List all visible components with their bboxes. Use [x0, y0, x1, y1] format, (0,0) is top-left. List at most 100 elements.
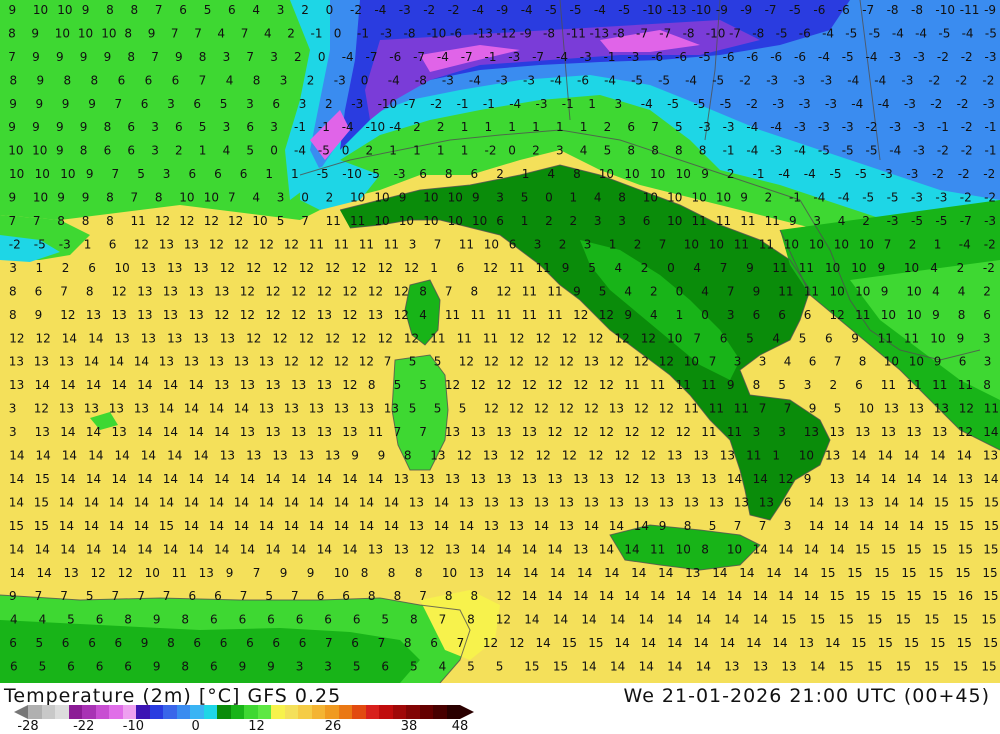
temperature-value: -13 [473, 26, 493, 40]
temperature-value: 9 [57, 191, 65, 205]
temperature-value: 12 [484, 402, 499, 416]
temperature-value: 4 [439, 660, 447, 674]
temperature-value: 1 [265, 167, 273, 181]
temperature-value: 4 [784, 355, 792, 369]
temperature-value: -4 [818, 50, 830, 64]
temperature-value: 4 [701, 284, 709, 298]
legend-swatch [379, 705, 393, 719]
legend-swatch [122, 705, 136, 719]
temperature-value: 8 [684, 519, 692, 533]
temperature-value: -12 [497, 26, 517, 40]
temperature-value: 8 [651, 144, 659, 158]
temperature-value: 15 [35, 472, 50, 486]
temperature-value: 10 [716, 191, 731, 205]
temperature-value: 13 [958, 472, 973, 486]
temperature-value: 12 [272, 261, 287, 275]
temperature-value: -1 [294, 120, 306, 134]
temperature-value: -7 [366, 50, 378, 64]
temperature-value: 13 [659, 495, 674, 509]
temperature-value: -8 [911, 3, 923, 17]
temperature-value: 3 [813, 214, 821, 228]
temperature-value: 10 [667, 214, 682, 228]
temperature-value: 15 [34, 519, 49, 533]
temperature-value: -4 [794, 144, 806, 158]
temperature-value: -5 [869, 26, 881, 40]
temperature-value: 6 [317, 589, 325, 603]
temperature-value: 14 [693, 636, 708, 650]
temperature-value: 11 [471, 308, 486, 322]
temperature-value: 12 [457, 449, 472, 463]
temperature-value: -6 [813, 3, 825, 17]
temperature-value: 13 [189, 284, 204, 298]
temperature-value: 14 [834, 519, 849, 533]
temperature-value: -9 [716, 3, 728, 17]
temperature-value: 6 [172, 73, 180, 87]
temperature-value: -4 [959, 238, 971, 252]
temperature-value: 3 [496, 191, 504, 205]
temperature-value: 4 [838, 214, 846, 228]
temperature-value: 9 [8, 120, 16, 134]
legend-swatch [82, 705, 96, 719]
temperature-value: 13 [246, 449, 261, 463]
temperature-value: 10 [709, 238, 724, 252]
temperature-value: 14 [766, 566, 781, 580]
temperature-value: 10 [8, 144, 23, 158]
temperature-value: 5 [86, 589, 94, 603]
temperature-value: 14 [547, 542, 562, 556]
temperature-value: 14 [189, 472, 204, 486]
temperature-value: 13 [667, 449, 682, 463]
temperature-value: 10 [179, 191, 194, 205]
temperature-value: 14 [724, 613, 739, 627]
temperature-value: 9 [753, 284, 761, 298]
temperature-value: 15 [924, 613, 939, 627]
legend-max-arrow-icon [460, 705, 474, 719]
temperature-value: 5 [220, 97, 228, 111]
temperature-value: 13 [384, 402, 399, 416]
temperature-value: 5 [410, 660, 418, 674]
temperature-value: 9 [746, 261, 754, 275]
temperature-value: 12 [509, 355, 524, 369]
temperature-value: -5 [842, 144, 854, 158]
temperature-value: 3 [584, 238, 592, 252]
legend-tick-label: -28 [17, 719, 39, 734]
temperature-value: 7 [784, 402, 792, 416]
temperature-value: 6 [296, 613, 304, 627]
temperature-value: 11 [509, 261, 524, 275]
temperature-value: -3 [442, 73, 454, 87]
temperature-value: 13 [141, 331, 156, 345]
temperature-value: -3 [825, 97, 837, 111]
temperature-value: 8 [753, 378, 761, 392]
temperature-value: 15 [928, 566, 943, 580]
temperature-value: 1 [84, 238, 92, 252]
temperature-value: -7 [636, 26, 648, 40]
temperature-value: 14 [109, 519, 124, 533]
temperature-value: 13 [830, 425, 845, 439]
temperature-value: -2 [983, 261, 995, 275]
temperature-value: 14 [9, 449, 24, 463]
temperature-value: 13 [573, 542, 588, 556]
temperature-value: 2 [175, 144, 183, 158]
temperature-value: 2 [570, 214, 578, 228]
temperature-value: 7 [434, 238, 442, 252]
temperature-value: 13 [881, 425, 896, 439]
temperature-value: -4 [962, 26, 974, 40]
temperature-value: -6 [770, 50, 782, 64]
temperature-value: 12 [559, 402, 574, 416]
temperature-value: 12 [265, 284, 280, 298]
temperature-value: -6 [794, 50, 806, 64]
temperature-value: 14 [772, 636, 787, 650]
temperature-value: 13 [394, 542, 409, 556]
temperature-value: 12 [246, 261, 261, 275]
temperature-value: 12 [368, 284, 383, 298]
temperature-value: 0 [301, 191, 309, 205]
temperature-value: 11 [692, 214, 707, 228]
temperature-value: 10 [599, 167, 614, 181]
temperature-value: -3 [580, 50, 592, 64]
temperature-value: 12 [445, 378, 460, 392]
temperature-value: 1 [413, 144, 421, 158]
temperature-value: 13 [483, 449, 498, 463]
temperature-value: -4 [866, 50, 878, 64]
temperature-value: 12 [483, 261, 498, 275]
temperature-value: -13 [590, 26, 610, 40]
temperature-value: 12 [615, 331, 630, 345]
